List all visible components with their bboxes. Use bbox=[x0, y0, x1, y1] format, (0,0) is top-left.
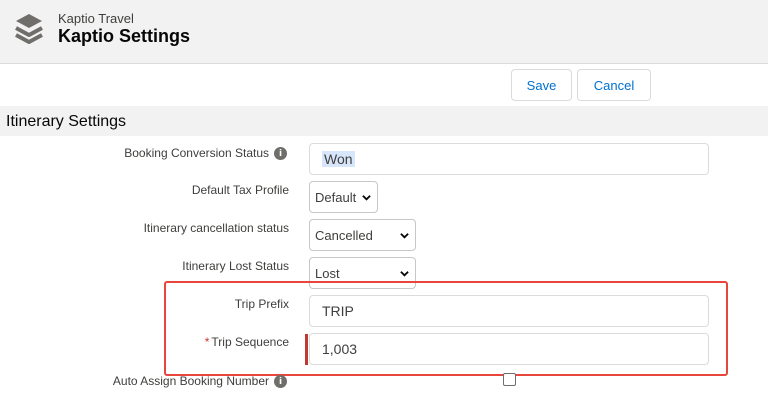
trip-sequence-input[interactable]: 1,003 bbox=[309, 333, 709, 365]
chevron-down-icon bbox=[362, 195, 371, 201]
itinerary-cancellation-status-label: Itinerary cancellation status bbox=[143, 221, 289, 235]
trip-sequence-value: 1,003 bbox=[322, 341, 358, 357]
default-tax-profile-value: Default bbox=[315, 189, 357, 205]
auto-assign-booking-number-label: Auto Assign Booking Number bbox=[112, 374, 269, 388]
chevron-down-icon bbox=[400, 271, 409, 277]
layers-stack-icon bbox=[15, 14, 43, 44]
cancel-button[interactable]: Cancel bbox=[577, 69, 651, 101]
section-title: Itinerary Settings bbox=[6, 113, 127, 130]
required-indicator: * bbox=[204, 335, 210, 349]
trip-sequence-label: * Trip Sequence bbox=[205, 335, 289, 349]
app-name: Kaptio Travel bbox=[58, 11, 134, 26]
default-tax-profile-label: Default Tax Profile bbox=[191, 183, 289, 197]
page-title: Kaptio Settings bbox=[58, 26, 191, 46]
default-tax-profile-select[interactable]: Default bbox=[309, 181, 378, 213]
trip-prefix-input[interactable]: TRIP bbox=[309, 295, 709, 327]
auto-assign-booking-number-checkbox[interactable] bbox=[503, 373, 516, 386]
booking-conversion-status-value: Won bbox=[322, 151, 355, 167]
chevron-down-icon bbox=[400, 233, 409, 239]
trip-prefix-value: TRIP bbox=[322, 303, 354, 319]
trip-prefix-label: Trip Prefix bbox=[234, 297, 289, 311]
itinerary-lost-status-select[interactable]: Lost bbox=[309, 257, 416, 289]
trip-sequence-label-text: Trip Sequence bbox=[211, 335, 289, 349]
save-button[interactable]: Save bbox=[511, 69, 572, 101]
info-icon[interactable]: i bbox=[274, 375, 287, 388]
info-icon[interactable]: i bbox=[274, 147, 287, 160]
booking-conversion-status-input[interactable]: Won bbox=[309, 143, 709, 175]
itinerary-cancellation-status-value: Cancelled bbox=[315, 227, 373, 243]
required-field-bar bbox=[305, 334, 308, 365]
page-header: Kaptio Travel Kaptio Settings bbox=[0, 0, 768, 64]
itinerary-lost-status-label: Itinerary Lost Status bbox=[182, 259, 289, 273]
booking-conversion-status-label: Booking Conversion Status bbox=[124, 146, 269, 160]
itinerary-cancellation-status-select[interactable]: Cancelled bbox=[309, 219, 416, 251]
itinerary-lost-status-value: Lost bbox=[315, 265, 340, 281]
